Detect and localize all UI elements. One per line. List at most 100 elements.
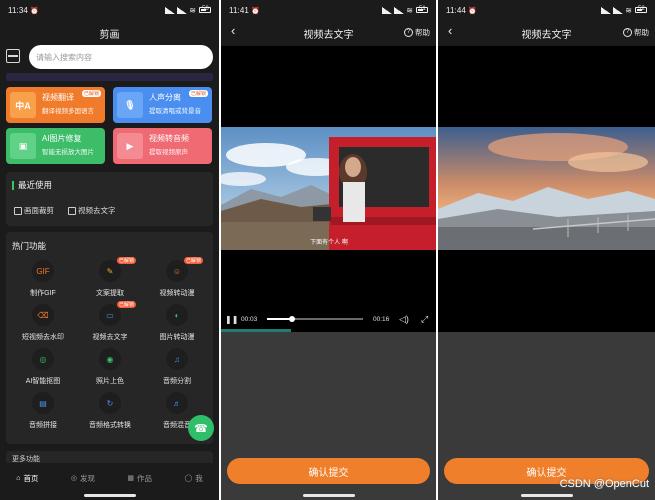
home-screen: 11:34 ⏰ ≋ 50 剪画 请输入搜索内容 中A 视频翻译 翻译视频多国语言 … bbox=[0, 0, 219, 500]
image-anime-icon: ◐ bbox=[166, 304, 188, 326]
alarm-icon: ⏰ bbox=[467, 7, 477, 15]
status-bar: 11:44 ⏰ ≋ 52 bbox=[438, 0, 655, 20]
tool-label: 制作GIF bbox=[30, 290, 56, 297]
microphone-icon: 🎙 bbox=[117, 92, 143, 118]
tool-item[interactable]: ✎ 文案提取 已解锁 bbox=[77, 257, 143, 298]
status-time-wrap: 11:44 ⏰ bbox=[446, 6, 477, 15]
card-subtitle: 提取清唱或背景音 bbox=[149, 108, 201, 115]
tool-item[interactable]: ◎ AI智能抠图 bbox=[10, 348, 76, 386]
tab-label: 首页 bbox=[23, 473, 39, 483]
signal-icon-2 bbox=[177, 6, 188, 14]
alarm-icon: ⏰ bbox=[29, 7, 39, 15]
tab-home[interactable]: ⌂ 首页 bbox=[16, 473, 38, 484]
video-audio-icon: ▶ bbox=[117, 133, 143, 159]
tab-discover[interactable]: ◎ 发现 bbox=[71, 473, 95, 484]
ai-cutout-icon: ◎ bbox=[32, 348, 54, 370]
signal-icon bbox=[165, 6, 176, 14]
app-title: 剪画 bbox=[99, 30, 120, 41]
help-icon: ? bbox=[623, 28, 632, 37]
help-button[interactable]: ? 帮助 bbox=[623, 27, 649, 38]
discover-icon: ◎ bbox=[70, 475, 77, 482]
image-icon: ▣ bbox=[10, 133, 36, 159]
unlocked-badge: 已解锁 bbox=[117, 257, 137, 264]
unlocked-badge: 已解锁 bbox=[184, 257, 204, 264]
back-icon[interactable]: ‹ bbox=[448, 23, 452, 38]
tool-item[interactable]: ◉ 照片上色 bbox=[77, 348, 143, 386]
card-vocal-separation[interactable]: 🎙 人声分离 提取清唱或背景音 已解锁 bbox=[113, 87, 212, 123]
home-indicator bbox=[302, 494, 355, 497]
tool-item[interactable]: ☺ 视频转动漫 已解锁 bbox=[144, 257, 210, 298]
video-text-remove-screen: 11:41 ⏰ ≋ 51 ‹ 视频去文字 ? 帮助 下面有个人 啊 ❚❚ 00:… bbox=[221, 0, 436, 500]
status-icons: ≋ 51 bbox=[382, 6, 428, 15]
tab-label: 作品 bbox=[137, 473, 153, 483]
battery-icon: 50 bbox=[199, 6, 211, 13]
home-indicator bbox=[520, 494, 573, 497]
more-title: 更多功能 bbox=[12, 456, 40, 463]
status-time: 11:41 bbox=[229, 5, 249, 15]
back-icon[interactable]: ‹ bbox=[231, 23, 235, 38]
status-bar: 11:41 ⏰ ≋ 51 bbox=[221, 0, 436, 20]
help-label: 帮助 bbox=[415, 28, 430, 37]
tool-label: AI智能抠图 bbox=[25, 378, 61, 385]
volume-icon[interactable]: ◁) bbox=[399, 314, 409, 325]
alarm-icon: ⏰ bbox=[250, 7, 260, 15]
wifi-icon: ≋ bbox=[189, 5, 196, 15]
tool-item[interactable]: ↻ 音频格式转换 bbox=[77, 392, 143, 430]
card-video-translate[interactable]: 中A 视频翻译 翻译视频多国语言 已解锁 bbox=[6, 87, 105, 123]
tab-profile[interactable]: ◯ 我 bbox=[184, 473, 202, 484]
tool-item[interactable]: ◐ 图片转动漫 bbox=[144, 304, 210, 342]
crop-icon bbox=[14, 206, 22, 215]
tool-item[interactable]: ⌫ 短视频去水印 bbox=[10, 304, 76, 342]
recent-item-label: 画面裁剪 bbox=[24, 206, 54, 215]
gif-icon: GIF bbox=[32, 260, 54, 282]
confirm-submit-button[interactable]: 确认提交 bbox=[227, 458, 430, 484]
tool-label: 短视频去水印 bbox=[22, 334, 64, 341]
status-icons: ≋ 50 bbox=[165, 6, 211, 15]
audio-join-icon: ▤ bbox=[32, 392, 54, 414]
battery-level: 51 bbox=[419, 6, 426, 12]
tool-label: 音频拼接 bbox=[29, 422, 57, 429]
pause-icon[interactable]: ❚❚ bbox=[225, 315, 238, 324]
tool-item[interactable]: GIF 制作GIF bbox=[10, 260, 76, 298]
search-input[interactable]: 请输入搜索内容 bbox=[29, 45, 213, 69]
help-button[interactable]: ? 帮助 bbox=[404, 27, 430, 38]
card-subtitle: 翻译视频多国语言 bbox=[42, 108, 94, 115]
signal-icon bbox=[382, 6, 393, 14]
tool-item[interactable]: ▤ 音频拼接 bbox=[10, 392, 76, 430]
unlocked-tag: 已解锁 bbox=[81, 90, 101, 97]
seek-knob[interactable] bbox=[288, 316, 295, 322]
audio-split-icon: ♫ bbox=[166, 348, 188, 370]
customer-service-button[interactable]: ☎ bbox=[188, 415, 214, 441]
translate-icon: 中A bbox=[10, 92, 36, 118]
recent-item[interactable]: 视频去文字 bbox=[68, 205, 116, 216]
page-title: 视频去文字 bbox=[303, 29, 354, 41]
works-icon: ▦ bbox=[127, 475, 135, 482]
tool-item[interactable]: ▭ 视频去文字 已解锁 bbox=[77, 301, 143, 342]
recent-item[interactable]: 画面裁剪 bbox=[14, 205, 54, 216]
video-text-icon bbox=[68, 206, 76, 215]
card-ai-image-repair[interactable]: ▣ AI图片修复 智能无损放大图片 bbox=[6, 128, 105, 164]
card-title: 视频转音频 bbox=[149, 134, 189, 143]
subtitle-caption: 下面有个人 啊 bbox=[310, 238, 348, 246]
tool-label: 文案提取 bbox=[96, 290, 124, 297]
home-indicator bbox=[83, 494, 136, 497]
status-time: 11:34 bbox=[8, 5, 28, 15]
hot-section: 热门功能 GIF 制作GIF ✎ 文案提取 已解锁 ☺ 视频转动漫 已解锁 ⌫ 短视频去水印 ▭ 视频… bbox=[6, 232, 213, 444]
card-video-to-audio[interactable]: ▶ 视频转音频 提取视频原声 bbox=[113, 128, 212, 164]
banner[interactable] bbox=[6, 73, 213, 81]
search-placeholder: 请输入搜索内容 bbox=[36, 52, 92, 62]
status-bar: 11:34 ⏰ ≋ 50 bbox=[0, 0, 219, 20]
profile-icon: ◯ bbox=[184, 475, 193, 482]
fullscreen-icon[interactable]: ⤢ bbox=[421, 314, 428, 325]
tool-label: 视频转动漫 bbox=[159, 290, 195, 297]
scan-icon[interactable] bbox=[6, 49, 20, 63]
tab-works[interactable]: ▦ 作品 bbox=[127, 473, 152, 484]
video-frame bbox=[438, 127, 655, 250]
watermark: CSDN @OpenCut bbox=[559, 478, 649, 490]
video-text-remove-result-screen: 11:44 ⏰ ≋ 52 ‹ 视频去文字 ? 帮助 确认提交 CSDN @Ope… bbox=[438, 0, 655, 500]
page-title: 视频去文字 bbox=[521, 29, 572, 41]
video-frame-image: 下面有个人 啊 bbox=[221, 127, 436, 250]
tool-item[interactable]: ♫ 音频分割 bbox=[144, 348, 210, 386]
recent-title: 最近使用 bbox=[12, 181, 52, 190]
submit-label: 确认提交 bbox=[308, 467, 349, 479]
